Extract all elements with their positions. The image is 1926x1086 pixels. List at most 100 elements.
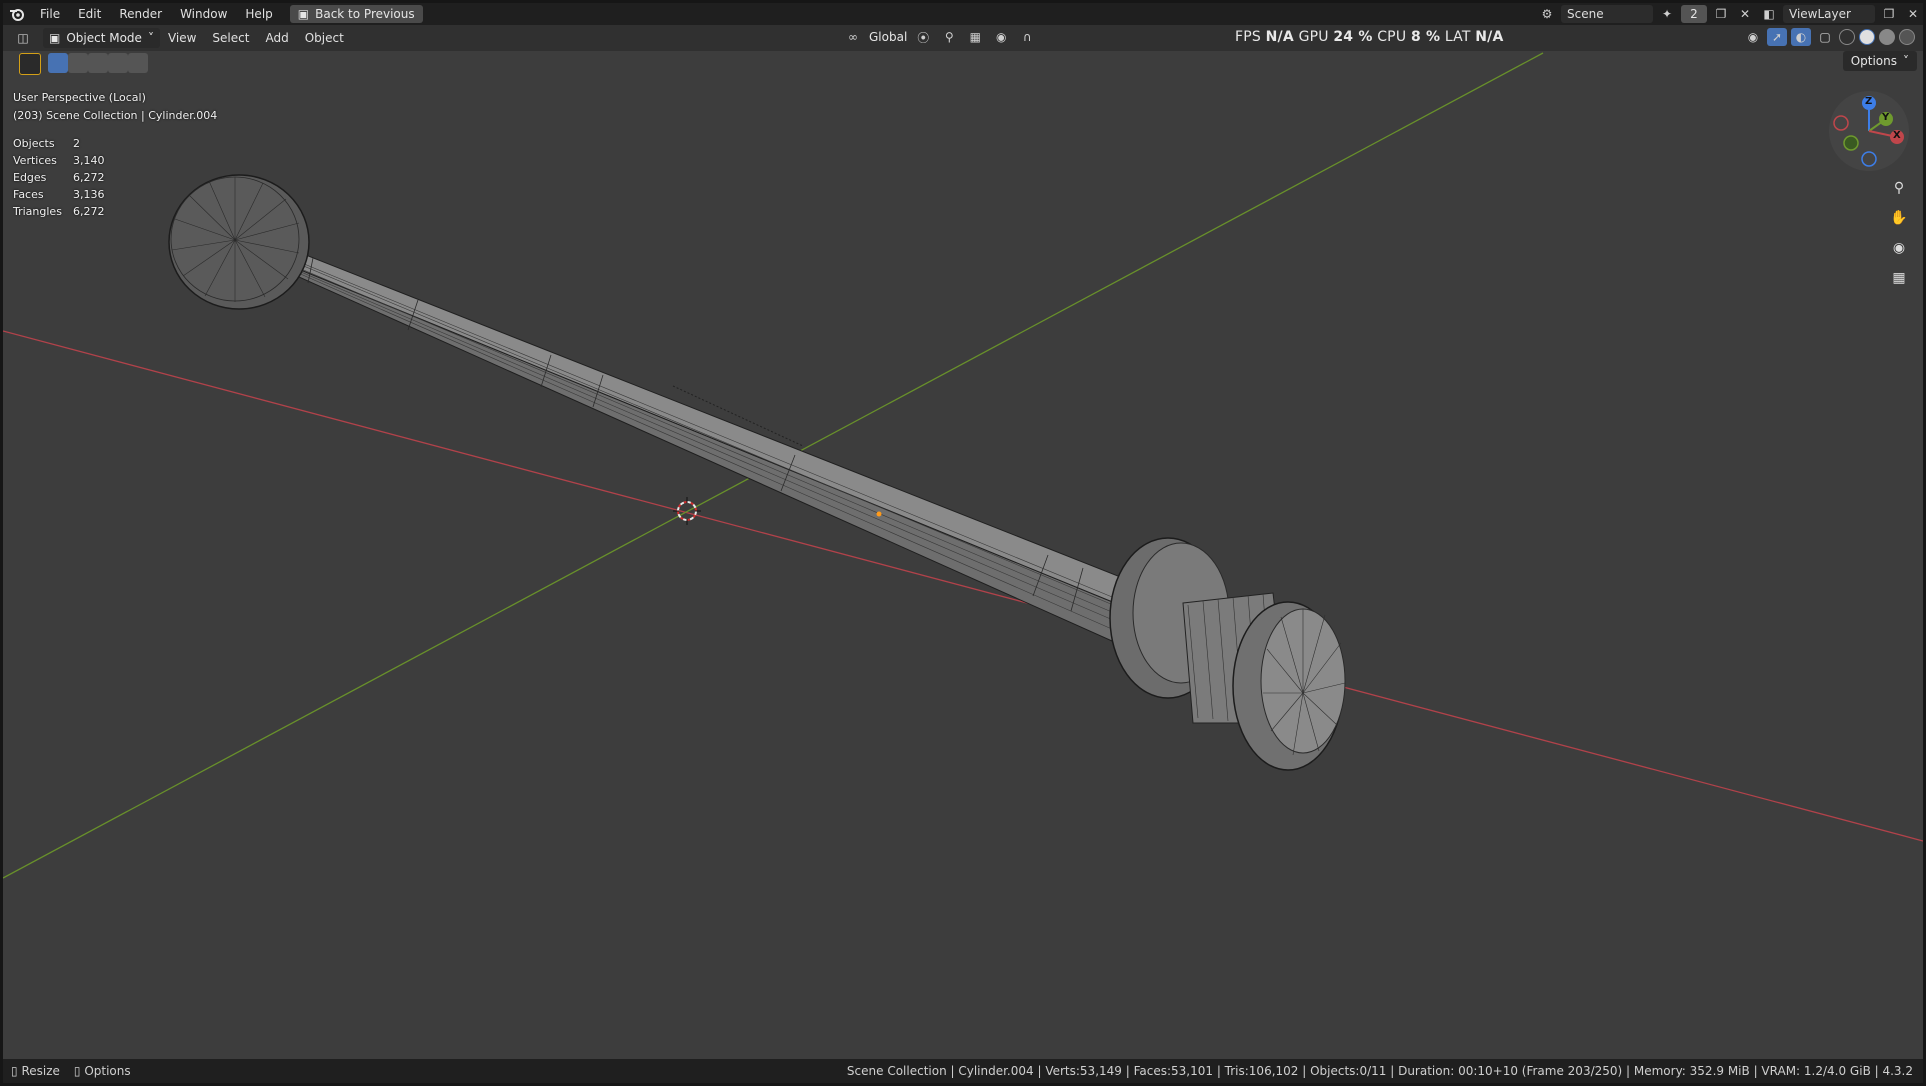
pivot-point-icon[interactable]: ⦿	[913, 28, 933, 46]
pan-hand-icon[interactable]: ✋	[1886, 205, 1912, 231]
visibility-eye-icon[interactable]: ◉	[1743, 28, 1763, 46]
blender-window: Z Y X ⚲ ✋ ◉ ▦ File Edit Render Window He…	[3, 3, 1923, 1083]
cpu-value: 8 %	[1410, 29, 1441, 45]
snap-grid-icon[interactable]: ▦	[965, 28, 985, 46]
camera-view-icon[interactable]: ◉	[1886, 235, 1912, 261]
viewport-display-tools: ◉ ➚ ◐ ▢	[1743, 28, 1915, 46]
stat-row: Vertices 3,140	[13, 154, 105, 171]
viewport-info-overlay: User Perspective (Local) (203) Scene Col…	[13, 91, 217, 127]
top-menu-bar: File Edit Render Window Help ▣ Back to P…	[3, 3, 1923, 25]
mouse-icon: ▯	[11, 1064, 18, 1078]
xray-toggle-icon[interactable]: ▢	[1815, 28, 1835, 46]
editor-type-icon[interactable]: ◫	[13, 29, 33, 47]
zoom-icon[interactable]: ⚲	[1886, 175, 1912, 201]
stat-value: 6,272	[73, 205, 105, 218]
new-view-layer-icon[interactable]: ❐	[1879, 5, 1899, 23]
view-layer-icon[interactable]: ◧	[1759, 5, 1779, 23]
status-bar: ▯ Resize ▯ Options Scene Collection | Cy…	[3, 1059, 1923, 1083]
object-mode-dropdown[interactable]: ▣ Object Mode ˅	[43, 28, 160, 48]
stat-label: Objects	[13, 137, 55, 150]
stat-value: 2	[73, 137, 80, 150]
status-info: Scene Collection | Cylinder.004 | Verts:…	[846, 1064, 1913, 1078]
gizmo-toggle-icon[interactable]: ➚	[1767, 28, 1787, 46]
menu-edit[interactable]: Edit	[69, 3, 110, 25]
overlays-toggle-icon[interactable]: ◐	[1791, 28, 1811, 46]
chevron-down-icon: ˅	[147, 31, 154, 45]
select-intersect-icon[interactable]	[128, 53, 148, 73]
ortho-grid-icon[interactable]: ▦	[1886, 265, 1912, 291]
select-box-icon[interactable]	[48, 53, 68, 73]
options-hint: ▯ Options	[74, 1064, 131, 1078]
menu-help[interactable]: Help	[236, 3, 281, 25]
back-to-previous-label: Back to Previous	[315, 7, 415, 21]
view-layer-field[interactable]: ViewLayer	[1783, 5, 1875, 23]
snap-icon[interactable]: ⚲	[939, 28, 959, 46]
stat-label: Edges	[13, 171, 47, 184]
gpu-label: GPU	[1298, 29, 1329, 45]
options-hint-label: Options	[84, 1064, 131, 1078]
screen-icon: ▣	[297, 7, 310, 21]
resize-hint: ▯ Resize	[11, 1064, 60, 1078]
gizmo-x-label[interactable]: X	[1893, 130, 1901, 141]
fps-value: N/A	[1265, 29, 1294, 45]
scene-selector-icon[interactable]: ⚙	[1537, 5, 1557, 23]
select-extend-icon[interactable]	[68, 53, 88, 73]
select-cursor-icon[interactable]	[19, 53, 41, 75]
stat-label: Faces	[13, 188, 44, 201]
menu-file[interactable]: File	[31, 3, 69, 25]
performance-overlay: FPS N/A GPU 24 % CPU 8 % LAT N/A	[1235, 29, 1504, 45]
blender-logo-icon[interactable]	[3, 7, 31, 21]
resize-label: Resize	[21, 1064, 60, 1078]
scene-controls: ⚙ Scene ✦ 2 ❐ ✕ ◧ ViewLayer ❐ ✕	[1537, 3, 1923, 25]
new-scene-icon[interactable]: ❐	[1711, 5, 1731, 23]
menu-select[interactable]: Select	[204, 31, 257, 45]
stat-row: Faces 3,136	[13, 188, 105, 205]
menu-view[interactable]: View	[160, 31, 204, 45]
proportional-edit-icon[interactable]: ◉	[991, 28, 1011, 46]
viewport-3d[interactable]	[3, 3, 1923, 1083]
transform-tools: ∞ Global ⦿ ⚲ ▦ ◉ ∩	[843, 28, 1037, 46]
rendered-shading-icon[interactable]	[1899, 29, 1915, 45]
gizmo-z-label[interactable]: Z	[1865, 96, 1872, 107]
object-mode-label: Object Mode	[66, 31, 142, 45]
transform-orientation-icon[interactable]: ∞	[843, 28, 863, 46]
back-to-previous-button[interactable]: ▣ Back to Previous	[289, 5, 423, 23]
falloff-icon[interactable]: ∩	[1017, 28, 1037, 46]
scene-users-count[interactable]: 2	[1681, 5, 1707, 23]
select-invert-icon[interactable]	[108, 53, 128, 73]
cpu-label: CPU	[1377, 29, 1407, 45]
chevron-down-icon: ˅	[1903, 54, 1909, 68]
orientation-global[interactable]: Global	[869, 30, 907, 44]
view-name: User Perspective (Local)	[13, 91, 146, 104]
tool-settings-row: Options ˅	[3, 51, 1923, 75]
gizmo-y-label[interactable]: Y	[1882, 112, 1889, 123]
stat-row: Objects 2	[13, 137, 105, 154]
stat-label: Vertices	[13, 154, 57, 167]
menu-window[interactable]: Window	[171, 3, 236, 25]
delete-view-layer-icon[interactable]: ✕	[1903, 5, 1923, 23]
scene-name: Scene	[1567, 7, 1604, 21]
stat-value: 3,140	[73, 154, 105, 167]
object-mode-icon: ▣	[49, 31, 61, 45]
fps-label: FPS	[1235, 29, 1261, 45]
left-disc-mesh	[168, 174, 310, 310]
menu-render[interactable]: Render	[110, 3, 171, 25]
menu-object[interactable]: Object	[297, 31, 352, 45]
active-collection-object: (203) Scene Collection | Cylinder.004	[13, 109, 218, 122]
solid-shading-icon[interactable]	[1859, 29, 1875, 45]
select-subtract-icon[interactable]	[88, 53, 108, 73]
delete-scene-icon[interactable]: ✕	[1735, 5, 1755, 23]
options-dropdown[interactable]: Options ˅	[1842, 51, 1917, 71]
menu-add[interactable]: Add	[257, 31, 296, 45]
object-origin	[876, 511, 882, 517]
stat-value: 6,272	[73, 171, 105, 184]
lat-label: LAT	[1444, 29, 1471, 45]
scene-name-field[interactable]: Scene	[1561, 5, 1653, 23]
wireframe-shading-icon[interactable]	[1839, 29, 1855, 45]
lat-value: N/A	[1475, 29, 1504, 45]
stat-row: Edges 6,272	[13, 171, 105, 188]
scene-statistics: Objects 2 Vertices 3,140 Edges 6,272 Faces 3…	[13, 137, 105, 222]
pin-icon[interactable]: ✦	[1657, 5, 1677, 23]
view-layer-name: ViewLayer	[1789, 7, 1851, 21]
material-shading-icon[interactable]	[1879, 29, 1895, 45]
